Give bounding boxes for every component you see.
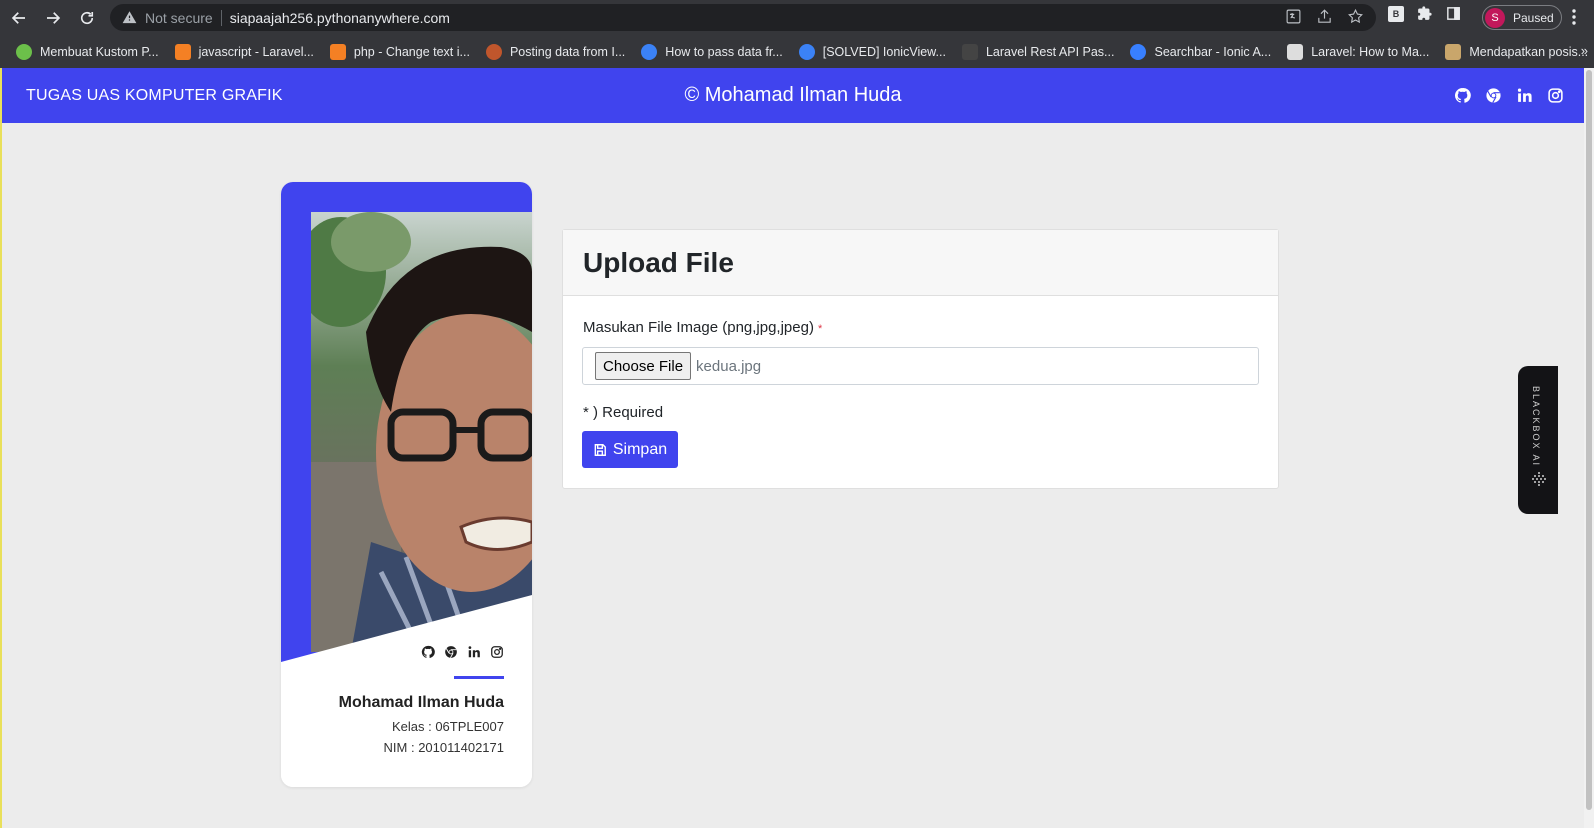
bookmark-favicon-icon — [641, 43, 658, 60]
required-mark: * — [817, 323, 823, 335]
bookmark-favicon-icon — [329, 43, 346, 60]
floppy-disk-icon — [594, 443, 606, 456]
bookmark-item[interactable]: [SOLVED] IonicView... — [798, 43, 946, 60]
github-icon[interactable] — [421, 645, 435, 659]
bookmark-label: Laravel: How to Ma... — [1311, 44, 1430, 59]
profile-status: Paused — [1513, 10, 1554, 25]
github-icon[interactable] — [1454, 87, 1471, 104]
share-icon[interactable] — [1316, 8, 1333, 25]
profile-card-social-links — [421, 645, 504, 659]
bookmark-favicon-icon — [485, 43, 502, 60]
bookmark-star-icon[interactable] — [1347, 8, 1364, 25]
file-field-label: Masukan File Image (png,jpg,jpeg) * — [583, 319, 822, 336]
bookmark-favicon-icon — [1287, 43, 1304, 60]
bookmark-label: How to pass data fr... — [665, 44, 783, 59]
required-note: * ) Required — [583, 404, 664, 421]
profile-card-divider — [454, 676, 504, 679]
extensions-puzzle-icon[interactable] — [1416, 5, 1433, 22]
profile-class: Kelas : 06TPLE007 — [391, 719, 504, 734]
scrollbar-thumb[interactable] — [1586, 70, 1592, 810]
extension-b-icon[interactable]: B — [1388, 5, 1404, 22]
chrome-icon[interactable] — [1485, 87, 1502, 104]
side-panel-icon[interactable] — [1445, 5, 1462, 22]
warning-icon — [122, 11, 137, 24]
bookmark-item[interactable]: How to pass data fr... — [641, 43, 783, 60]
blackbox-dots-icon — [1532, 472, 1546, 486]
bookmark-favicon-icon — [798, 43, 815, 60]
forward-icon[interactable] — [38, 3, 68, 33]
chrome-icon[interactable] — [444, 645, 458, 659]
bookmark-item[interactable]: Posting data from I... — [485, 43, 626, 60]
bookmarks-overflow-icon[interactable]: » — [1581, 43, 1588, 58]
browser-toolbar: Not secure siapaajah256.pythonanywhere.c… — [0, 0, 1594, 35]
save-button-label: Simpan — [612, 440, 668, 458]
back-icon[interactable] — [4, 3, 34, 33]
file-input[interactable]: Choose File kedua.jpg — [582, 347, 1259, 385]
profile-student-id: NIM : 201011402171 — [383, 740, 504, 755]
linkedin-icon[interactable] — [1516, 87, 1533, 104]
navbar-social-links — [1454, 87, 1564, 104]
profile-name: Mohamad Ilman Huda — [338, 694, 504, 711]
bookmark-label: javascript - Laravel... — [198, 44, 314, 59]
bookmark-item[interactable]: Membuat Kustom P... — [16, 43, 159, 60]
bookmark-label: Laravel Rest API Pas... — [985, 44, 1115, 59]
page-scrollbar[interactable] — [1584, 68, 1594, 828]
save-button[interactable]: Simpan — [582, 431, 678, 468]
translate-icon[interactable] — [1285, 8, 1302, 25]
omnibox-divider — [220, 9, 222, 26]
bookmark-item[interactable]: php - Change text i... — [329, 43, 470, 60]
linkedin-icon[interactable] — [467, 645, 481, 659]
profile-card: Mohamad Ilman Huda Kelas : 06TPLE007 NIM… — [281, 182, 532, 787]
bookmark-label: Searchbar - Ionic A... — [1154, 44, 1272, 59]
upload-title: Upload File — [583, 246, 734, 278]
bookmark-favicon-icon — [961, 43, 978, 60]
bookmark-favicon-icon — [1445, 43, 1462, 60]
instagram-icon[interactable] — [490, 645, 504, 659]
bookmark-label: Mendapatkan posis... — [1469, 44, 1589, 59]
bookmark-item[interactable]: Mendapatkan posis... — [1445, 43, 1589, 60]
profile-button[interactable]: S Paused — [1482, 5, 1562, 30]
navbar-brand[interactable]: TUGAS UAS KOMPUTER GRAFIK — [26, 87, 283, 105]
bookmarks-bar: Membuat Kustom P... javascript - Laravel… — [0, 35, 1594, 68]
upload-panel-header: Upload File — [563, 230, 1278, 296]
bookmark-item[interactable]: Searchbar - Ionic A... — [1130, 43, 1272, 60]
file-field-label-text: Masukan File Image (png,jpg,jpeg) — [583, 319, 814, 336]
bookmark-item[interactable]: Laravel Rest API Pas... — [961, 43, 1115, 60]
url-text[interactable]: siapaajah256.pythonanywhere.com — [230, 10, 450, 26]
site-navbar: TUGAS UAS KOMPUTER GRAFIK © Mohamad Ilma… — [2, 68, 1584, 123]
bookmark-label: Membuat Kustom P... — [40, 44, 159, 59]
blackbox-ai-label: BLACKBOX AI — [1531, 386, 1541, 468]
selected-file-name: kedua.jpg — [696, 357, 762, 375]
page-viewport: TUGAS UAS KOMPUTER GRAFIK © Mohamad Ilma… — [2, 68, 1584, 828]
bookmark-label: [SOLVED] IonicView... — [822, 44, 946, 59]
bookmark-favicon-icon — [1130, 43, 1147, 60]
browser-menu-icon[interactable] — [1572, 9, 1576, 30]
not-secure-label[interactable]: Not secure — [145, 10, 213, 26]
bookmark-item[interactable]: Laravel: How to Ma... — [1287, 43, 1430, 60]
address-bar[interactable]: Not secure siapaajah256.pythonanywhere.c… — [110, 4, 1376, 31]
choose-file-button[interactable]: Choose File — [595, 352, 692, 380]
bookmark-favicon-icon — [174, 43, 191, 60]
bookmark-label: Posting data from I... — [509, 44, 626, 59]
bookmark-item[interactable]: javascript - Laravel... — [174, 43, 314, 60]
reload-icon[interactable] — [72, 3, 102, 33]
profile-avatar: S — [1485, 7, 1505, 28]
upload-panel: Upload File Masukan File Image (png,jpg,… — [562, 229, 1279, 489]
blackbox-ai-tab[interactable]: BLACKBOX AI — [1518, 366, 1558, 514]
bookmark-favicon-icon — [16, 43, 32, 60]
instagram-icon[interactable] — [1547, 87, 1564, 104]
bookmark-label: php - Change text i... — [353, 44, 470, 59]
